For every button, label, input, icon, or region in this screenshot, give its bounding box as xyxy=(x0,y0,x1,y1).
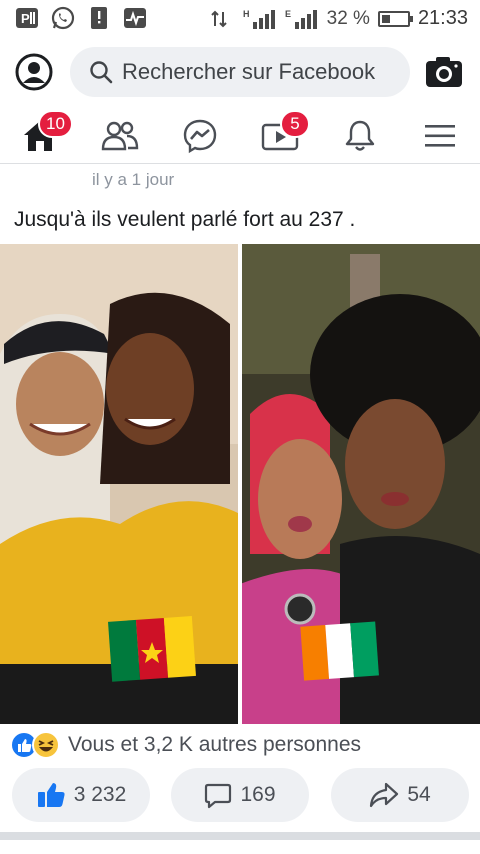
comment-icon xyxy=(205,783,232,809)
nav-menu[interactable] xyxy=(418,116,462,156)
pinterest-icon: P xyxy=(14,6,40,30)
top-navigation: 10 5 xyxy=(0,108,480,164)
search-placeholder: Rechercher sur Facebook xyxy=(122,59,376,84)
post-timestamp: il y a 1 jour xyxy=(92,170,175,189)
battery-icon xyxy=(377,10,413,27)
reactions-text: Vous et 3,2 K autres personnes xyxy=(68,733,362,756)
status-right: H E 32 % 21:33 xyxy=(209,7,468,30)
ivory-coast-flag-emoji xyxy=(300,621,379,681)
status-bar: P H E 32 % 21:33 xyxy=(0,0,480,36)
svg-text:P: P xyxy=(21,11,30,26)
comment-count: 169 xyxy=(240,783,276,806)
profile-icon[interactable] xyxy=(14,52,54,92)
messenger-icon xyxy=(183,119,217,154)
nav-watch[interactable]: 5 xyxy=(258,110,310,156)
haha-reaction-icon xyxy=(32,731,60,759)
thumbs-up-icon xyxy=(37,783,65,807)
search-icon xyxy=(90,61,113,84)
post-text: Jusqu'à ils veulent parlé fort au 237 . xyxy=(14,208,356,231)
reaction-icons xyxy=(10,731,66,759)
post-photo[interactable] xyxy=(0,244,480,724)
share-icon xyxy=(370,782,399,808)
signal-h-icon: H xyxy=(243,9,275,29)
feed-divider xyxy=(0,832,480,840)
like-button[interactable]: 3 232 xyxy=(12,768,150,822)
svg-text:H: H xyxy=(243,9,250,19)
status-left-icons: P xyxy=(14,6,148,30)
reactions-summary[interactable]: Vous et 3,2 K autres personnes xyxy=(10,730,361,760)
sim-notification-icon xyxy=(86,6,112,30)
nav-friends[interactable] xyxy=(98,116,142,156)
nav-messenger[interactable] xyxy=(178,116,222,156)
search-input[interactable]: Rechercher sur Facebook xyxy=(70,47,410,97)
hamburger-menu-icon xyxy=(425,125,455,147)
svg-text:E: E xyxy=(285,9,291,19)
clock: 21:33 xyxy=(417,7,468,29)
bell-icon xyxy=(345,120,375,151)
data-arrows-icon xyxy=(210,10,227,27)
home-badge: 10 xyxy=(38,110,73,138)
cameroon-flag-emoji xyxy=(108,616,196,682)
share-button[interactable]: 54 xyxy=(331,768,469,822)
like-count: 3 232 xyxy=(73,783,127,806)
friends-icon xyxy=(101,121,139,151)
share-count: 54 xyxy=(407,783,431,806)
comment-button[interactable]: 169 xyxy=(171,768,309,822)
nav-notifications[interactable] xyxy=(338,116,382,156)
whatsapp-icon xyxy=(50,6,76,30)
photo-collage xyxy=(0,244,480,724)
signal-e-icon: E xyxy=(285,9,317,29)
camera-icon[interactable] xyxy=(424,54,464,90)
battery-percent: 32 % xyxy=(326,7,370,29)
battery-fill xyxy=(381,14,390,23)
search-header: Rechercher sur Facebook xyxy=(0,42,480,102)
watch-badge: 5 xyxy=(280,110,310,138)
activity-icon xyxy=(122,6,148,30)
nav-home[interactable]: 10 xyxy=(18,110,73,156)
